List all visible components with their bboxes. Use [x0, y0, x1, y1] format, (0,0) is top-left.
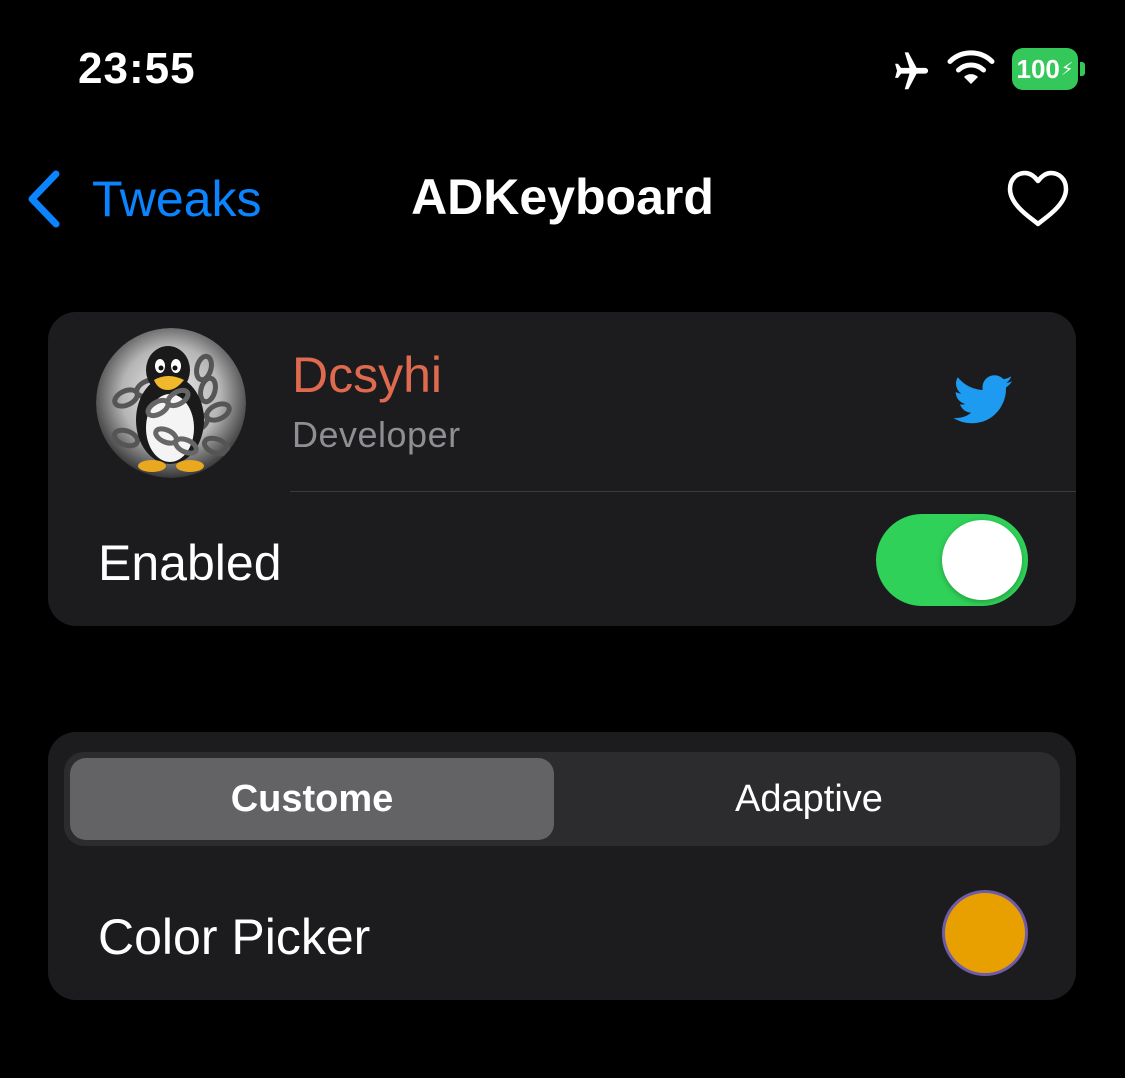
segment-adaptive[interactable]: Adaptive [564, 758, 1054, 840]
battery-cap [1080, 62, 1085, 76]
developer-row[interactable]: Dcsyhi Developer [48, 312, 1076, 492]
toggle-knob [942, 520, 1022, 600]
color-settings-card: Custome Adaptive Color Picker [48, 732, 1076, 1000]
status-time: 23:55 [78, 44, 196, 93]
developer-card: Dcsyhi Developer Enabled [48, 312, 1076, 626]
color-picker-row[interactable]: Color Picker [48, 866, 1076, 1000]
developer-role: Developer [292, 414, 461, 455]
page-title: ADKeyboard [411, 169, 714, 225]
color-swatch[interactable] [942, 890, 1028, 976]
penguin-avatar-image [96, 328, 246, 478]
bolt-icon: ⚡ [1060, 58, 1074, 79]
color-picker-label: Color Picker [98, 909, 371, 965]
wifi-icon [947, 50, 995, 84]
segment-custome[interactable]: Custome [70, 758, 554, 840]
enabled-label: Enabled [98, 535, 282, 591]
status-bar: 23:55 100 ⚡ [0, 0, 1125, 140]
developer-name: Dcsyhi [292, 347, 443, 403]
enabled-toggle[interactable] [876, 514, 1028, 606]
heart-icon[interactable] [1004, 168, 1072, 230]
enabled-row: Enabled [48, 492, 1076, 626]
battery-level: 100 [1016, 53, 1060, 84]
airplane-icon [895, 52, 929, 90]
mode-segmented-control: Custome Adaptive [64, 752, 1060, 846]
twitter-icon[interactable] [954, 374, 1014, 426]
avatar [96, 328, 246, 478]
battery-icon: 100 ⚡ [1012, 48, 1078, 90]
